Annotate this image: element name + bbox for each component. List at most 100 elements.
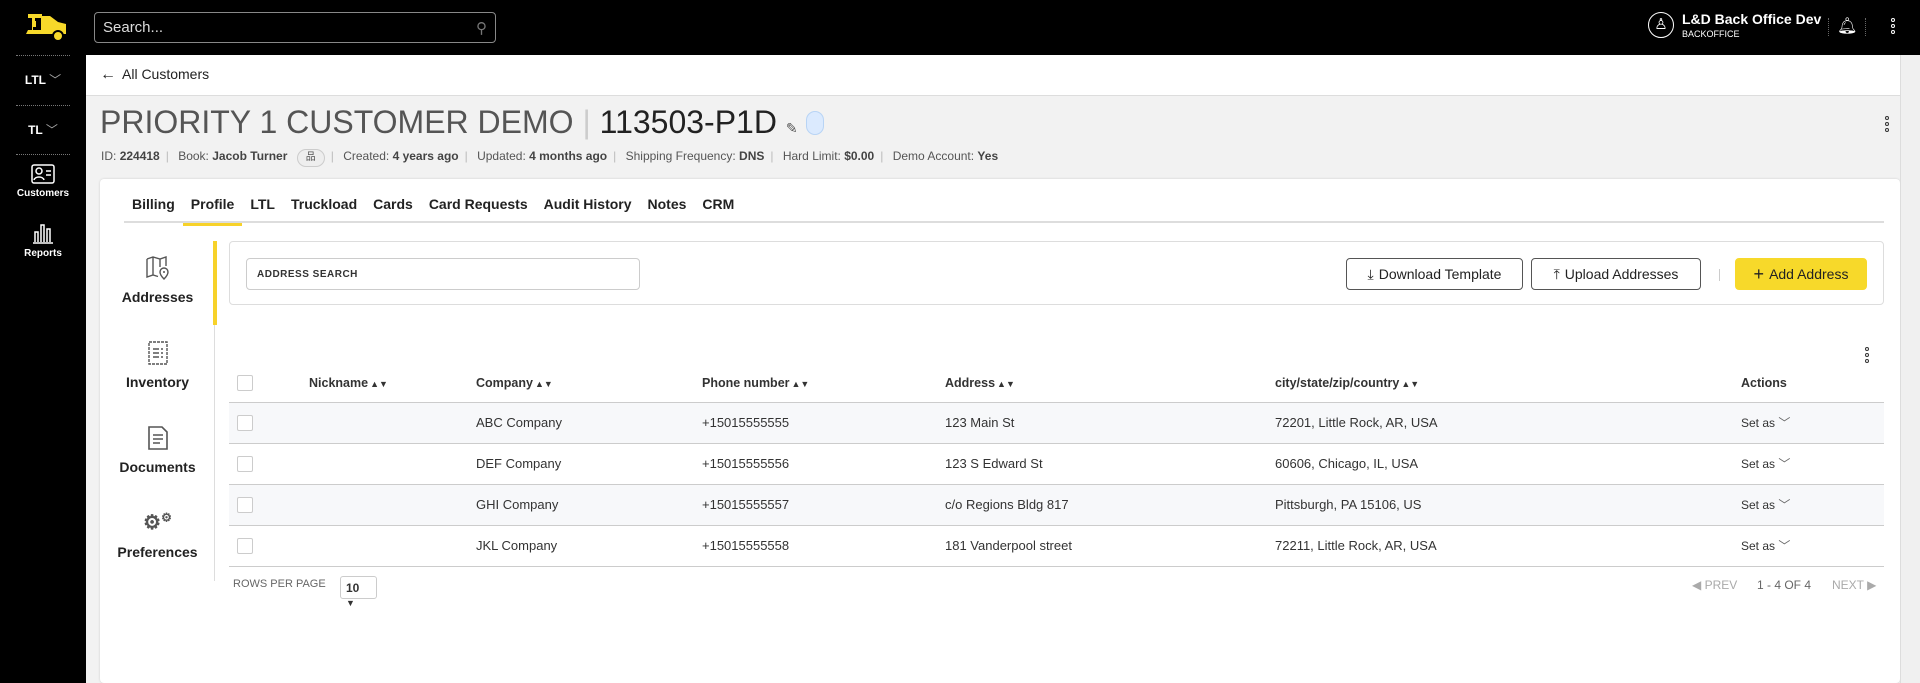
customer-more-options-icon[interactable] bbox=[1885, 116, 1889, 132]
sort-icon: ▲▼ bbox=[997, 378, 1015, 389]
scrollbar[interactable] bbox=[1900, 55, 1920, 683]
upload-addresses-button[interactable]: ⤒ Upload Addresses bbox=[1531, 258, 1701, 290]
sidebar-nav-tl[interactable]: TL ﹀ bbox=[0, 121, 86, 138]
hierarchy-icon[interactable]: 品 bbox=[296, 149, 325, 167]
cell-company: GHI Company bbox=[476, 484, 702, 526]
cell-city: 72201, Little Rock, AR, USA bbox=[1275, 402, 1741, 444]
search-icon: ⚲ bbox=[476, 20, 487, 37]
page-title: PRIORITY 1 CUSTOMER DEMO | 113503-P1D ✎ bbox=[100, 104, 825, 141]
cell-address: c/o Regions Bldg 817 bbox=[945, 484, 1275, 526]
gears-icon: ⚙⚙ bbox=[143, 510, 172, 534]
tab-notes[interactable]: Notes bbox=[640, 195, 695, 223]
cell-phone: +15015555557 bbox=[702, 484, 945, 526]
tab-bar: Billing Profile LTL Truckload Cards Card… bbox=[124, 195, 1884, 226]
subnav-inventory[interactable]: Inventory bbox=[100, 340, 215, 390]
tab-crm[interactable]: CRM bbox=[694, 195, 742, 223]
more-options-icon[interactable] bbox=[1891, 18, 1895, 34]
col-address[interactable]: Address ▲▼ bbox=[945, 364, 1275, 403]
user-info[interactable]: L&D Back Office Dev BACKOFFICE bbox=[1682, 11, 1821, 39]
bell-icon[interactable]: 🔔︎ bbox=[1837, 16, 1857, 36]
chevron-down-icon: ﹀ bbox=[1778, 457, 1791, 471]
download-template-button[interactable]: ⤓ Download Template bbox=[1346, 258, 1523, 290]
cell-phone: +15015555555 bbox=[702, 402, 945, 444]
cell-company: JKL Company bbox=[476, 525, 702, 567]
plus-icon: + bbox=[1753, 263, 1765, 284]
cell-company: DEF Company bbox=[476, 443, 702, 485]
row-checkbox[interactable] bbox=[237, 455, 253, 472]
search-placeholder: Search... bbox=[103, 19, 164, 36]
cell-address: 123 S Edward St bbox=[945, 443, 1275, 485]
row-checkbox[interactable] bbox=[237, 414, 253, 431]
page-range: 1 - 4 OF 4 bbox=[1757, 578, 1812, 592]
edit-pencil-icon[interactable]: ✎ bbox=[786, 120, 798, 136]
row-checkbox[interactable] bbox=[237, 537, 253, 554]
tab-cards[interactable]: Cards bbox=[365, 195, 421, 223]
set-as-dropdown[interactable]: Set as ﹀ bbox=[1741, 402, 1884, 444]
set-as-dropdown[interactable]: Set as ﹀ bbox=[1741, 525, 1884, 567]
logo-truck-icon[interactable] bbox=[22, 12, 68, 47]
cell-city: Pittsburgh, PA 15106, US bbox=[1275, 484, 1741, 526]
subnav-label: Inventory bbox=[125, 374, 189, 390]
col-phone[interactable]: Phone number ▲▼ bbox=[702, 364, 945, 403]
customer-meta: ID: 224418 | Book: Jacob Turner 品 | Create… bbox=[101, 149, 998, 167]
sidebar-item-reports[interactable]: Reports bbox=[0, 222, 86, 259]
cell-address: 181 Vanderpool street bbox=[945, 525, 1275, 567]
receipt-icon bbox=[147, 341, 168, 365]
prev-page-button[interactable]: ◀ PREV bbox=[1692, 578, 1737, 592]
back-arrow-icon[interactable]: ← bbox=[100, 66, 116, 83]
tab-billing[interactable]: Billing bbox=[124, 195, 183, 223]
sidebar-item-customers[interactable]: Customers bbox=[0, 164, 86, 199]
col-company[interactable]: Company ▲▼ bbox=[476, 364, 702, 403]
sort-icon: ▲▼ bbox=[1401, 378, 1420, 389]
select-all-checkbox[interactable] bbox=[237, 374, 253, 391]
sidebar-item-label: Reports bbox=[24, 248, 62, 259]
cell-address: 123 Main St bbox=[945, 402, 1275, 444]
add-address-button[interactable]: + Add Address bbox=[1735, 258, 1867, 290]
col-nickname[interactable]: Nickname ▲▼ bbox=[309, 364, 476, 403]
col-city[interactable]: city/state/zip/country ▲▼ bbox=[1275, 364, 1741, 403]
cell-phone: +15015555556 bbox=[702, 443, 945, 485]
set-as-dropdown[interactable]: Set as ﹀ bbox=[1741, 484, 1884, 526]
chevron-down-icon: ▼ bbox=[346, 598, 355, 608]
nav-label: LTL bbox=[24, 73, 46, 87]
map-pin-icon bbox=[145, 256, 169, 280]
customer-code: 113503-P1D bbox=[599, 104, 777, 140]
customer-card-icon bbox=[31, 164, 55, 184]
back-to-all-customers-link[interactable]: All Customers bbox=[122, 66, 209, 82]
sort-icon: ▲▼ bbox=[370, 378, 388, 389]
subnav-label: Addresses bbox=[121, 289, 194, 305]
chevron-down-icon: ﹀ bbox=[45, 123, 58, 137]
table-row: ABC Company +15015555555 123 Main St 722… bbox=[229, 402, 1884, 444]
global-search-input[interactable]: Search... ⚲ bbox=[94, 12, 496, 43]
tab-profile[interactable]: Profile bbox=[182, 195, 243, 226]
profile-card: Billing Profile LTL Truckload Cards Card… bbox=[100, 179, 1900, 683]
subnav-addresses[interactable]: Addresses bbox=[100, 255, 215, 305]
tab-audit-history[interactable]: Audit History bbox=[536, 195, 640, 223]
button-label: Upload Addresses bbox=[1564, 266, 1679, 282]
sidebar-nav-ltl[interactable]: LTL ﹀ bbox=[0, 71, 86, 88]
customer-name: PRIORITY 1 CUSTOMER DEMO bbox=[100, 104, 574, 140]
chevron-down-icon: ﹀ bbox=[1778, 416, 1791, 430]
col-actions: Actions bbox=[1741, 364, 1884, 403]
button-label: Download Template bbox=[1378, 266, 1502, 282]
nav-label: TL bbox=[28, 123, 43, 137]
tab-card-requests[interactable]: Card Requests bbox=[421, 195, 536, 223]
address-toolbar: ADDRESS SEARCH ⤓ Download Template ⤒ Uploa… bbox=[229, 241, 1884, 305]
tab-ltl[interactable]: LTL bbox=[242, 195, 283, 223]
address-search-input[interactable]: ADDRESS SEARCH bbox=[246, 258, 640, 290]
subnav-label: Documents bbox=[119, 459, 196, 475]
next-page-button[interactable]: NEXT ▶ bbox=[1832, 578, 1876, 592]
user-avatar-icon[interactable]: ♙ bbox=[1648, 12, 1674, 38]
subnav-preferences[interactable]: ⚙⚙ Preferences bbox=[100, 510, 215, 560]
cell-nickname bbox=[309, 402, 476, 444]
set-as-dropdown[interactable]: Set as ﹀ bbox=[1741, 443, 1884, 485]
table-options-icon[interactable] bbox=[1865, 347, 1869, 363]
user-name: L&D Back Office Dev bbox=[1682, 11, 1822, 27]
rows-per-page-select[interactable]: 10 ▼ bbox=[340, 576, 377, 608]
tab-truckload[interactable]: Truckload bbox=[283, 195, 365, 223]
cell-company: ABC Company bbox=[476, 402, 702, 444]
table-row: JKL Company +15015555558 181 Vanderpool … bbox=[229, 525, 1884, 567]
row-checkbox[interactable] bbox=[237, 496, 253, 513]
user-role: BACKOFFICE bbox=[1682, 29, 1740, 39]
subnav-documents[interactable]: Documents bbox=[100, 425, 215, 475]
